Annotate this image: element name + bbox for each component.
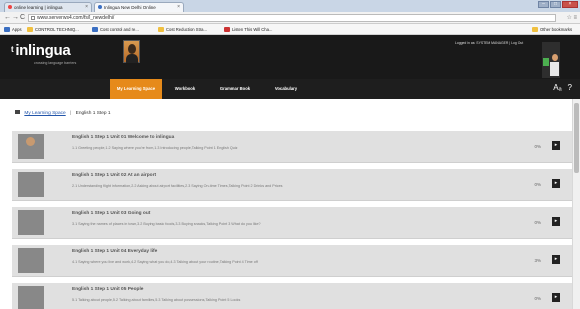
tagline: crossing language barriers: [34, 61, 77, 65]
inlingua-logo[interactable]: ᵗ inlingua: [11, 42, 71, 59]
bookmark-control[interactable]: CONTROL TECHNIQ...: [27, 24, 79, 35]
breadcrumb-separator: |: [70, 111, 72, 116]
unit-progress: 0%: [534, 220, 541, 225]
open-unit-button[interactable]: ▸: [552, 179, 560, 188]
unit-topics: 4.1 Saying where you live and work,4.2 S…: [72, 260, 258, 264]
header-decoration-image: [542, 42, 560, 78]
close-tab-icon[interactable]: ×: [85, 3, 88, 12]
open-unit-button[interactable]: ▸: [552, 255, 560, 264]
unit-thumbnail: [18, 248, 44, 273]
page-icon: [92, 27, 98, 32]
maximize-icon[interactable]: □: [550, 1, 561, 8]
browser-toolbar: ← → C www.serverws4.com/fs/l_newdelhi/ ☆…: [0, 12, 580, 24]
unit-title[interactable]: English 1 Step 1 Unit 01 Welcome to inli…: [72, 135, 174, 140]
unit-topics: 2.1 Understanding flight information,2.2…: [72, 184, 283, 188]
apps-icon: [4, 27, 10, 32]
main-content: My Learning Space | English 1 Step 1 Eng…: [0, 99, 572, 309]
folder-icon: [27, 27, 33, 32]
address-bar[interactable]: www.serverws4.com/fs/l_newdelhi/: [28, 14, 556, 22]
browser-tab-label: online learning | inlingua: [14, 5, 63, 10]
browser-tab-2[interactable]: Inlingua New Delhi Online ×: [94, 2, 184, 12]
bookmark-apps[interactable]: Apps: [4, 24, 22, 35]
unit-progress: 3%: [534, 258, 541, 263]
main-nav: My Learning Space Workbook Grammar Book …: [0, 79, 580, 99]
folder-icon: [158, 27, 164, 32]
page-icon: [31, 16, 35, 20]
logged-in-status[interactable]: Logged in as: SYSTEM MANAGER | Log Out: [455, 41, 523, 45]
unit-row[interactable]: English 1 Step 1 Unit 05 People 5.1 Talk…: [12, 283, 572, 309]
bookmark-label: Other bookmarks: [540, 27, 573, 32]
language-icon[interactable]: Aₐ: [553, 83, 561, 92]
unit-list: English 1 Step 1 Unit 01 Welcome to inli…: [12, 131, 572, 309]
favicon-icon: [8, 5, 12, 9]
open-unit-button[interactable]: ▸: [552, 217, 560, 226]
nav-icons: Aₐ ?: [553, 83, 572, 92]
home-icon: [15, 110, 20, 114]
window-controls: – □ ×: [538, 1, 578, 8]
unit-thumbnail: [18, 210, 44, 235]
unit-title[interactable]: English 1 Step 1 Unit 04 Everyday life: [72, 249, 157, 254]
url-text: www.serverws4.com/fs/l_newdelhi/: [37, 15, 115, 21]
unit-thumbnail: [18, 134, 44, 159]
other-bookmarks[interactable]: Other bookmarks: [532, 24, 572, 35]
unit-thumbnail: [18, 172, 44, 197]
open-unit-button[interactable]: ▸: [552, 293, 560, 302]
bookmark-label: Apps: [12, 27, 22, 32]
tab-workbook[interactable]: Workbook: [166, 79, 204, 99]
page-scrollbar[interactable]: [572, 99, 580, 309]
logo-mark-icon: ᵗ: [11, 44, 14, 58]
app-header: ᵗ inlingua crossing language barriers Log…: [0, 35, 580, 79]
bookmark-cost-control[interactable]: Cost control and re...: [92, 24, 139, 35]
forward-icon[interactable]: →: [12, 14, 19, 22]
back-icon[interactable]: ←: [4, 14, 11, 22]
unit-title[interactable]: English 1 Step 1 Unit 02 At an airport: [72, 173, 156, 178]
browser-tab-1[interactable]: online learning | inlingua ×: [4, 2, 92, 12]
youtube-icon: [224, 27, 230, 32]
breadcrumb: My Learning Space | English 1 Step 1: [15, 110, 111, 116]
browser-tab-label: Inlingua New Delhi Online: [104, 5, 156, 10]
unit-thumbnail: [18, 286, 44, 309]
unit-topics: 3.1 Saying the names of places in town,3…: [72, 222, 261, 226]
tab-my-learning-space[interactable]: My Learning Space: [110, 79, 162, 99]
browser-tab-strip: online learning | inlingua × Inlingua Ne…: [0, 0, 580, 12]
bookmarks-bar: Apps CONTROL TECHNIQ... Cost control and…: [0, 24, 580, 35]
bookmark-star-icon[interactable]: ☆ ≡: [566, 14, 577, 21]
breadcrumb-home-link[interactable]: My Learning Space: [24, 111, 65, 116]
favicon-icon: [98, 5, 102, 9]
open-unit-button[interactable]: ▸: [552, 141, 560, 150]
unit-row[interactable]: English 1 Step 1 Unit 03 Going out 3.1 S…: [12, 207, 572, 239]
tab-grammar-book[interactable]: Grammar Book: [210, 79, 260, 99]
unit-title[interactable]: English 1 Step 1 Unit 05 People: [72, 287, 143, 292]
breadcrumb-current: English 1 Step 1: [75, 111, 111, 116]
minimize-icon[interactable]: –: [538, 1, 549, 8]
close-tab-icon[interactable]: ×: [177, 3, 180, 12]
unit-progress: 0%: [534, 182, 541, 187]
unit-title[interactable]: English 1 Step 1 Unit 03 Going out: [72, 211, 150, 216]
tab-vocabulary[interactable]: Vocabulary: [264, 79, 308, 99]
bookmark-label: Cost Reduction Stra...: [166, 27, 207, 32]
scrollbar-thumb[interactable]: [574, 103, 579, 173]
bookmark-label: Listen This Will Cha...: [232, 27, 273, 32]
bookmark-label: Cost control and re...: [100, 27, 139, 32]
reload-icon[interactable]: C: [20, 14, 25, 22]
unit-progress: 0%: [534, 296, 541, 301]
logo-text: inlingua: [15, 42, 71, 59]
help-icon[interactable]: ?: [568, 83, 572, 92]
bookmark-label: CONTROL TECHNIQ...: [35, 27, 79, 32]
unit-topics: 5.1 Talking about people,5.2 Talking abo…: [72, 298, 241, 302]
unit-topics: 1.1 Greeting people,1.2 Saying where you…: [72, 146, 238, 150]
folder-icon: [532, 27, 538, 32]
unit-row[interactable]: English 1 Step 1 Unit 04 Everyday life 4…: [12, 245, 572, 277]
unit-row[interactable]: English 1 Step 1 Unit 02 At an airport 2…: [12, 169, 572, 201]
bookmark-cost-reduction[interactable]: Cost Reduction Stra...: [158, 24, 207, 35]
bookmark-listen[interactable]: Listen This Will Cha...: [224, 24, 272, 35]
unit-progress: 0%: [534, 144, 541, 149]
user-avatar: [123, 40, 140, 63]
unit-row[interactable]: English 1 Step 1 Unit 01 Welcome to inli…: [12, 131, 572, 163]
close-window-icon[interactable]: ×: [562, 1, 578, 8]
